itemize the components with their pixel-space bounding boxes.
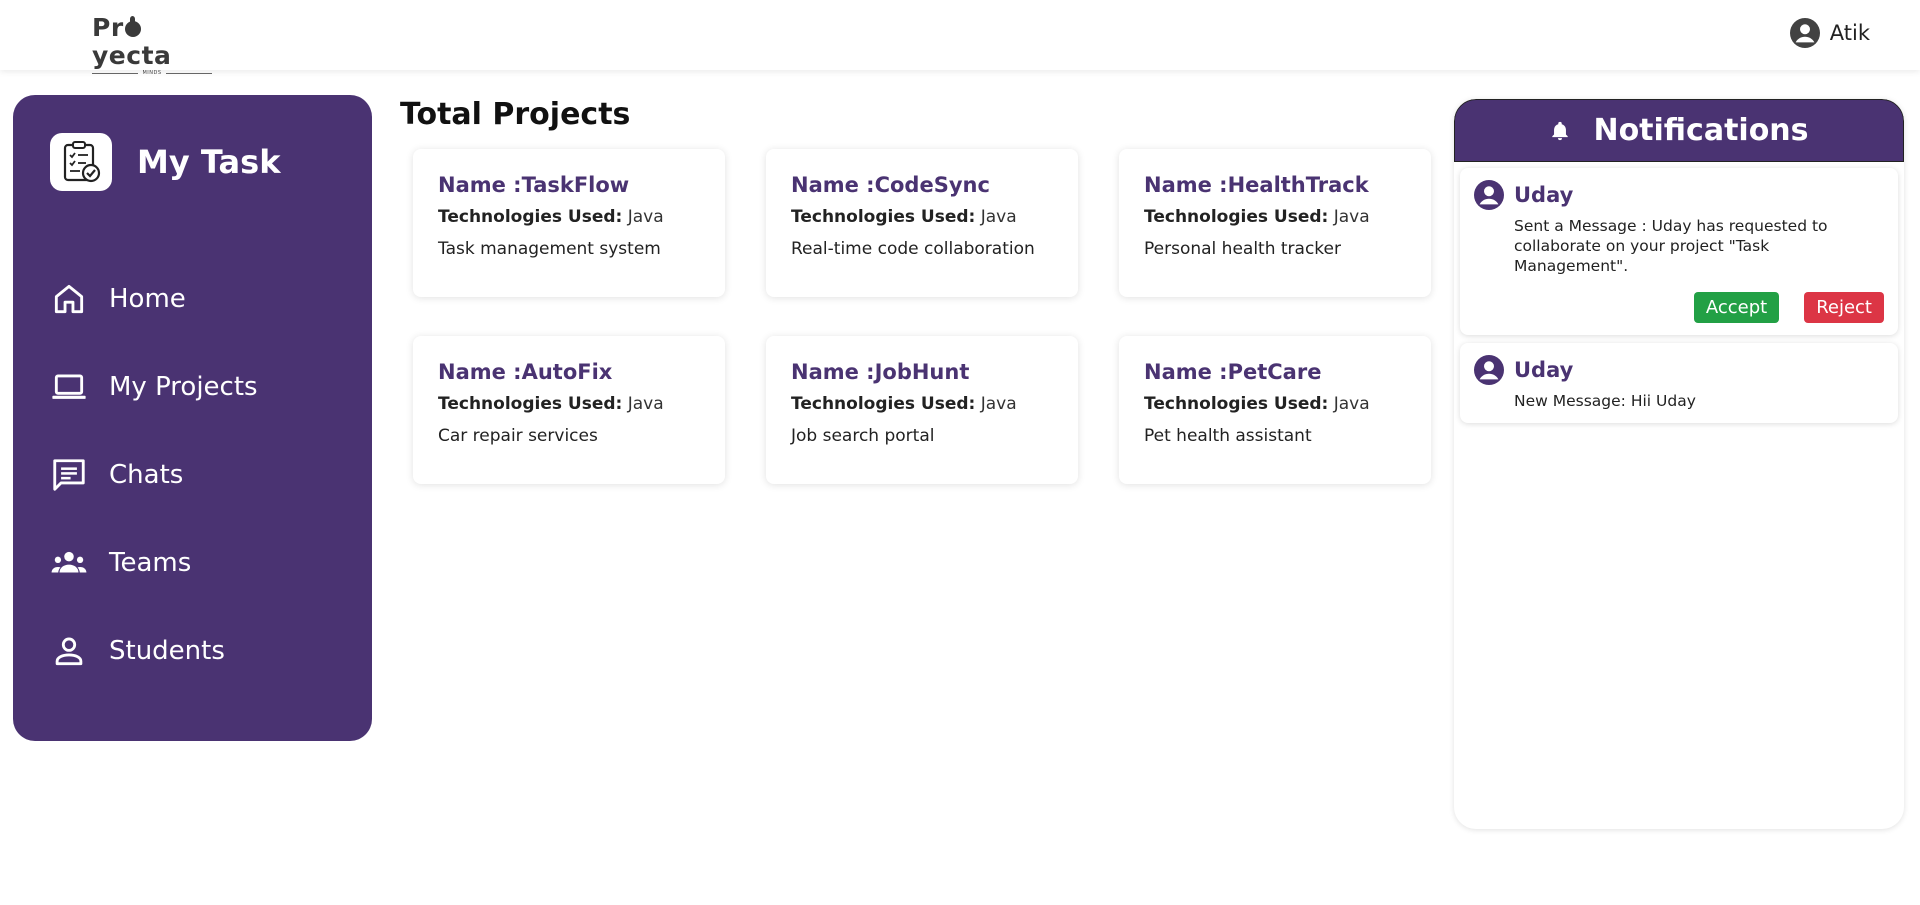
project-name: Name :JobHunt	[791, 360, 970, 384]
project-card[interactable]: Name :AutoFix Technologies Used: Java Ca…	[413, 336, 725, 484]
sidebar: My Task Home My Projects Chats Teams Stu…	[13, 95, 372, 741]
task-clipboard-icon	[50, 133, 112, 191]
bell-icon	[1552, 121, 1569, 140]
project-description: Real-time code collaboration	[791, 239, 1035, 259]
sidebar-item-label: My Projects	[109, 372, 258, 402]
chat-icon	[53, 459, 85, 491]
project-card[interactable]: Name :CodeSync Technologies Used: Java R…	[766, 149, 1078, 297]
project-name: Name :HealthTrack	[1144, 173, 1369, 197]
brand[interactable]: My Task	[50, 133, 280, 191]
project-tech: Technologies Used: Java	[1144, 207, 1370, 227]
sidebar-item-my-projects[interactable]: My Projects	[50, 343, 258, 431]
notification-item[interactable]: Uday Sent a Message : Uday has requested…	[1460, 168, 1898, 335]
sidebar-item-label: Teams	[109, 548, 192, 578]
top-header: Pryecta MINDS Atik	[0, 0, 1920, 76]
project-tech: Technologies Used: Java	[438, 394, 664, 414]
project-name: Name :PetCare	[1144, 360, 1322, 384]
notifications-title: Notifications	[1593, 113, 1809, 148]
project-tech: Technologies Used: Java	[438, 207, 664, 227]
project-card[interactable]: Name :JobHunt Technologies Used: Java Jo…	[766, 336, 1078, 484]
notification-sender: Uday	[1514, 183, 1574, 207]
logo-text-end: yecta	[92, 41, 172, 70]
home-icon	[54, 284, 84, 314]
notifications-header: Notifications	[1454, 99, 1904, 162]
project-description: Job search portal	[791, 426, 935, 446]
laptop-icon	[52, 374, 86, 399]
proyecta-logo[interactable]: Pryecta MINDS	[92, 13, 212, 76]
user-avatar-icon	[1474, 180, 1504, 210]
project-tech: Technologies Used: Java	[791, 394, 1017, 414]
sidebar-item-home[interactable]: Home	[50, 255, 258, 343]
accept-button[interactable]: Accept	[1693, 292, 1780, 323]
notifications-panel: Notifications Uday Sent a Message : Uday…	[1454, 99, 1904, 829]
sidebar-item-teams[interactable]: Teams	[50, 519, 258, 607]
sidebar-item-chats[interactable]: Chats	[50, 431, 258, 519]
notification-message: Sent a Message : Uday has requested to c…	[1514, 217, 1828, 275]
reject-button[interactable]: Reject	[1804, 292, 1884, 323]
sidebar-nav: Home My Projects Chats Teams Students	[50, 255, 258, 695]
sidebar-item-label: Chats	[109, 460, 184, 490]
user-name: Atik	[1829, 21, 1870, 45]
team-icon	[51, 551, 87, 573]
notification-item[interactable]: Uday New Message: Hii Uday	[1460, 343, 1898, 423]
person-icon	[55, 637, 83, 666]
logo-globe-icon	[124, 16, 141, 37]
logo-text-start: Pr	[92, 13, 124, 42]
user-avatar-icon	[1474, 355, 1504, 385]
notification-message: New Message: Hii Uday	[1514, 392, 1696, 410]
project-name: Name :TaskFlow	[438, 173, 630, 197]
sidebar-item-label: Students	[109, 636, 225, 666]
logo-subtitle: MINDS	[142, 70, 162, 76]
user-menu[interactable]: Atik	[1789, 18, 1870, 48]
project-name: Name :AutoFix	[438, 360, 613, 384]
sidebar-item-students[interactable]: Students	[50, 607, 258, 695]
project-card[interactable]: Name :TaskFlow Technologies Used: Java T…	[413, 149, 725, 297]
project-description: Task management system	[438, 239, 661, 259]
project-tech: Technologies Used: Java	[791, 207, 1017, 227]
project-tech: Technologies Used: Java	[1144, 394, 1370, 414]
project-name: Name :CodeSync	[791, 173, 990, 197]
notification-sender: Uday	[1514, 358, 1574, 382]
project-description: Personal health tracker	[1144, 239, 1341, 259]
sidebar-item-label: Home	[109, 284, 186, 314]
user-avatar-icon	[1789, 18, 1820, 48]
brand-title: My Task	[137, 143, 281, 181]
project-card[interactable]: Name :PetCare Technologies Used: Java Pe…	[1119, 336, 1431, 484]
project-card[interactable]: Name :HealthTrack Technologies Used: Jav…	[1119, 149, 1431, 297]
project-description: Pet health assistant	[1144, 426, 1312, 446]
page-title: Total Projects	[400, 97, 631, 132]
project-description: Car repair services	[438, 426, 598, 446]
